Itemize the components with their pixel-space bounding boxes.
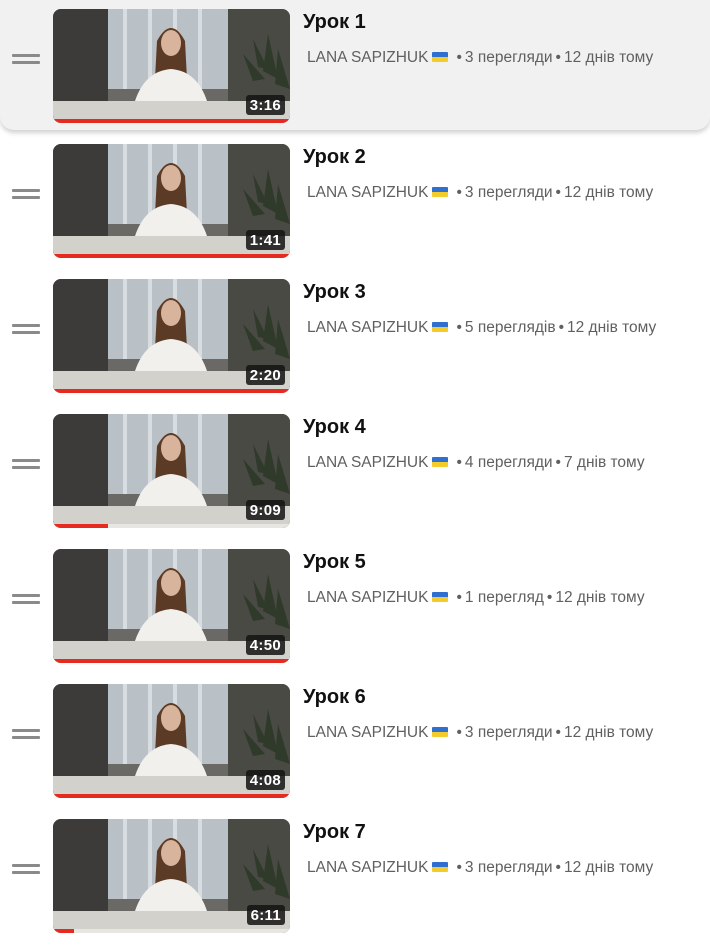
separator-dot: • <box>555 724 561 741</box>
separator-dot: • <box>555 49 561 66</box>
video-title[interactable]: Урок 2 <box>303 146 366 169</box>
video-meta: LANA SAPIZHUK • 3 перегляди • 12 днів тому <box>307 184 653 202</box>
video-thumbnail[interactable]: 1:41 <box>53 144 290 258</box>
video-title[interactable]: Урок 6 <box>303 686 366 709</box>
separator-dot: • <box>456 724 462 741</box>
video-thumbnail[interactable]: 2:20 <box>53 279 290 393</box>
video-thumbnail[interactable]: 3:16 <box>53 9 290 123</box>
watch-progress-bar <box>53 524 108 528</box>
video-meta: LANA SAPIZHUK • 3 перегляди • 12 днів тому <box>307 49 653 67</box>
separator-dot: • <box>456 49 462 66</box>
duration-badge: 6:11 <box>246 905 285 925</box>
video-thumbnail[interactable]: 4:50 <box>53 549 290 663</box>
playlist-item[interactable]: 1:41 Урок 2 LANA SAPIZHUK • 3 перегляди • 12… <box>0 135 710 265</box>
watch-progress-bar <box>53 389 290 393</box>
duration-badge: 4:50 <box>245 635 285 655</box>
separator-dot: • <box>558 319 564 336</box>
playlist-item[interactable]: 9:09 Урок 4 LANA SAPIZHUK • 4 перегляди • 7 … <box>0 405 710 535</box>
video-thumbnail[interactable]: 4:08 <box>53 684 290 798</box>
separator-dot: • <box>456 589 462 606</box>
watch-progress-bar <box>53 794 290 798</box>
view-count: 1 перегляд <box>464 589 544 606</box>
watch-progress-bar <box>53 929 74 933</box>
duration-badge: 3:16 <box>245 95 285 115</box>
drag-handle-icon[interactable] <box>12 593 40 605</box>
ukraine-flag-icon <box>432 592 449 603</box>
separator-dot: • <box>456 184 462 201</box>
video-meta: LANA SAPIZHUK • 5 переглядів • 12 днів тому <box>307 319 656 337</box>
separator-dot: • <box>546 589 553 606</box>
separator-dot: • <box>555 859 561 876</box>
view-count: 3 перегляди <box>464 49 553 66</box>
duration-badge: 9:09 <box>245 500 285 520</box>
upload-age: 12 днів тому <box>567 319 657 336</box>
channel-name[interactable]: LANA SAPIZHUK <box>307 724 428 741</box>
drag-handle-icon[interactable] <box>12 728 40 740</box>
ukraine-flag-icon <box>432 187 449 198</box>
separator-dot: • <box>456 319 462 336</box>
channel-name[interactable]: LANA SAPIZHUK <box>307 49 428 66</box>
separator-dot: • <box>456 454 462 471</box>
playlist-item[interactable]: 3:16 Урок 1 LANA SAPIZHUK • 3 перегляди • 12… <box>0 0 710 130</box>
watch-progress-bar <box>53 659 290 663</box>
ukraine-flag-icon <box>432 52 449 63</box>
view-count: 3 перегляди <box>464 724 553 741</box>
watch-progress-bar <box>53 254 290 258</box>
playlist-item[interactable]: 4:50 Урок 5 LANA SAPIZHUK • 1 перегляд • 12 … <box>0 540 710 670</box>
view-count: 3 перегляди <box>464 859 553 876</box>
duration-badge: 2:20 <box>245 365 285 385</box>
ukraine-flag-icon <box>432 862 449 873</box>
drag-handle-icon[interactable] <box>12 188 40 200</box>
video-title[interactable]: Урок 4 <box>303 416 366 439</box>
upload-age: 12 днів тому <box>563 49 654 66</box>
view-count: 4 перегляди <box>464 454 553 471</box>
ukraine-flag-icon <box>432 457 449 468</box>
video-meta: LANA SAPIZHUK • 4 перегляди • 7 днів тому <box>307 454 645 472</box>
separator-dot: • <box>456 859 462 876</box>
drag-handle-icon[interactable] <box>12 323 40 335</box>
video-meta: LANA SAPIZHUK • 1 перегляд • 12 днів тому <box>307 589 645 607</box>
view-count: 3 перегляди <box>464 184 553 201</box>
video-thumbnail[interactable]: 9:09 <box>53 414 290 528</box>
drag-handle-icon[interactable] <box>12 458 40 470</box>
channel-name[interactable]: LANA SAPIZHUK <box>307 859 428 876</box>
watch-progress-track <box>53 929 290 933</box>
ukraine-flag-icon <box>432 727 449 738</box>
upload-age: 12 днів тому <box>563 859 654 876</box>
video-title[interactable]: Урок 5 <box>303 551 366 574</box>
drag-handle-icon[interactable] <box>12 53 40 65</box>
playlist-item[interactable]: 2:20 Урок 3 LANA SAPIZHUK • 5 переглядів • 1… <box>0 270 710 400</box>
playlist: 3:16 Урок 1 LANA SAPIZHUK • 3 перегляди • 12… <box>0 0 710 952</box>
watch-progress-bar <box>53 119 290 123</box>
channel-name[interactable]: LANA SAPIZHUK <box>307 184 428 201</box>
video-meta: LANA SAPIZHUK • 3 перегляди • 12 днів тому <box>307 859 653 877</box>
separator-dot: • <box>555 454 561 471</box>
duration-badge: 4:08 <box>245 770 285 790</box>
separator-dot: • <box>555 184 561 201</box>
video-meta: LANA SAPIZHUK • 3 перегляди • 12 днів тому <box>307 724 653 742</box>
drag-handle-icon[interactable] <box>12 863 40 875</box>
video-title[interactable]: Урок 7 <box>303 821 366 844</box>
video-title[interactable]: Урок 1 <box>303 11 366 34</box>
playlist-item[interactable]: 6:11 Урок 7 LANA SAPIZHUK • 3 перегляди • 12… <box>0 810 710 940</box>
duration-badge: 1:41 <box>245 230 285 250</box>
upload-age: 12 днів тому <box>563 724 654 741</box>
playlist-item[interactable]: 4:08 Урок 6 LANA SAPIZHUK • 3 перегляди • 12… <box>0 675 710 805</box>
video-thumbnail[interactable]: 6:11 <box>53 819 290 933</box>
upload-age: 7 днів тому <box>563 454 645 471</box>
channel-name[interactable]: LANA SAPIZHUK <box>307 454 428 471</box>
ukraine-flag-icon <box>432 322 449 333</box>
upload-age: 12 днів тому <box>563 184 654 201</box>
channel-name[interactable]: LANA SAPIZHUK <box>307 319 428 336</box>
upload-age: 12 днів тому <box>555 589 645 606</box>
channel-name[interactable]: LANA SAPIZHUK <box>307 589 428 606</box>
view-count: 5 переглядів <box>464 319 556 336</box>
video-title[interactable]: Урок 3 <box>303 281 366 304</box>
